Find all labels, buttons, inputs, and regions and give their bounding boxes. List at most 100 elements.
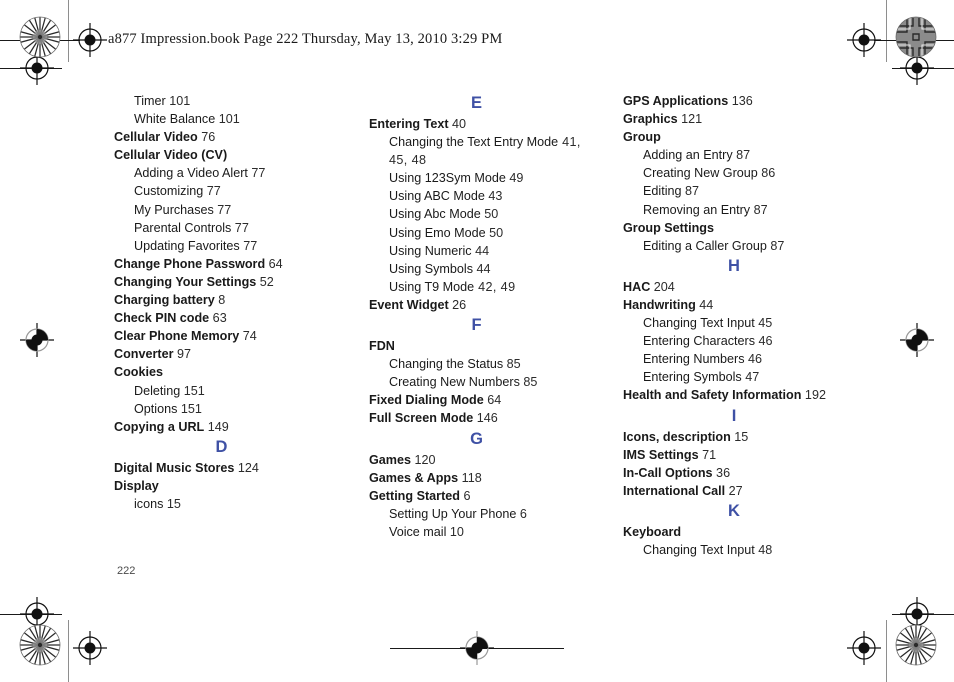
index-entry-label: Display xyxy=(114,478,159,493)
index-entry-sub: Entering Characters 46 xyxy=(623,332,845,350)
index-entry-label: Cellular Video (CV) xyxy=(114,148,228,163)
index-entry-main: Handwriting 44 xyxy=(623,296,845,314)
index-entry-sub: Using Symbols 44 xyxy=(369,260,584,278)
index-entry-label: Creating New Group xyxy=(643,166,758,181)
index-entry-label: Editing xyxy=(643,184,682,199)
index-letter-heading-G: G xyxy=(470,429,483,448)
index-entry-pages: 97 xyxy=(173,347,192,362)
index-entry-pages: 27 xyxy=(725,483,743,498)
index-entry-label: Changing Text Input xyxy=(643,542,755,557)
index-entry-label: Options xyxy=(134,401,178,416)
index-entry-label: Changing Text Input xyxy=(643,316,755,331)
index-entry-pages: 192 xyxy=(801,388,826,403)
index-entry-pages: 136 xyxy=(728,94,753,108)
index-entry-pages: 64 xyxy=(483,393,502,408)
index-entry-pages: 87 xyxy=(681,184,700,199)
index-entry-label: Using T9 Mode xyxy=(389,279,475,294)
index-letter-heading-K: K xyxy=(728,501,740,520)
index-entry-label: Changing Your Settings xyxy=(114,274,257,289)
index-entry-label: Full Screen Mode xyxy=(369,411,474,426)
index-entry-pages: 46 xyxy=(755,334,773,349)
index-entry-label: Using Symbols xyxy=(389,261,473,276)
index-entry-main: Cellular Video (CV) xyxy=(114,146,329,164)
index-entry-sub: Using Abc Mode 50 xyxy=(369,205,584,223)
index-column-3: GPS Applications 136 Graphics 121 Group Add… xyxy=(623,92,845,559)
index-entry-main: IMS Settings 71 xyxy=(623,446,845,464)
index-entry-label: HAC xyxy=(623,279,651,294)
index-entry-main: Games 120 xyxy=(369,451,584,469)
index-entry-pages: 151 xyxy=(177,401,202,416)
index-entry-main: Display xyxy=(114,477,329,495)
index-entry-label: International Call xyxy=(623,483,726,498)
index-entry-label: Check PIN code xyxy=(114,311,210,326)
index-entry-label: Fixed Dialing Mode xyxy=(369,393,484,408)
index-entry-label: IMS Settings xyxy=(623,447,699,462)
index-entry-main: Change Phone Password 64 xyxy=(114,255,329,273)
page-number-folio: 222 xyxy=(117,565,136,577)
index-entry-label: Cellular Video xyxy=(114,130,198,145)
index-entry-label: Using Abc Mode xyxy=(389,207,481,222)
index-entry-pages: 124 xyxy=(234,460,259,475)
star-target-icon-bottom-left xyxy=(19,624,61,666)
index-entry-pages: 8 xyxy=(214,293,226,308)
index-entry-pages: 49 xyxy=(505,171,524,186)
index-entry-sub: Removing an Entry 87 xyxy=(623,201,845,219)
index-entry-label: Games xyxy=(369,452,412,467)
trim-line-right-top xyxy=(886,0,887,62)
index-entry-main: Group Settings xyxy=(623,219,845,237)
registration-mark-icon-mid-left xyxy=(20,323,54,357)
index-entry-pages: 40 xyxy=(448,117,467,131)
index-entry-pages: 74 xyxy=(239,329,257,344)
index-entry-main: Icons, description 15 xyxy=(623,428,845,446)
index-entry-label: icons xyxy=(134,496,164,511)
index-entry-sub: Using ABC Mode 43 xyxy=(369,187,584,205)
index-column-2: E Entering Text 40 Changing the Text Entry… xyxy=(369,92,584,541)
index-entry-pages: 43 xyxy=(484,189,503,204)
index-entry-label: Digital Music Stores xyxy=(114,460,235,475)
index-entry-sub: Entering Symbols 47 xyxy=(623,368,845,386)
index-entry-pages: 77 xyxy=(239,238,258,253)
index-entry-label: Adding an Entry xyxy=(643,148,733,163)
index-letter-heading-D: D xyxy=(215,437,228,456)
index-entry-pages: 77 xyxy=(247,166,266,181)
index-entry-pages: 85 xyxy=(503,357,521,372)
index-entry-pages: 45 xyxy=(754,316,773,331)
index-entry-pages: 121 xyxy=(677,112,703,127)
index-entry-main: HAC 204 xyxy=(623,278,845,296)
registration-mark-icon-bottom-center xyxy=(460,631,494,665)
index-entry-pages: 86 xyxy=(757,166,776,181)
index-entry-sub: Setting Up Your Phone 6 xyxy=(369,505,584,523)
index-entry-main: Graphics 121 xyxy=(623,110,845,128)
index-entry-pages: 15 xyxy=(730,429,749,444)
index-entry-label: Charging battery xyxy=(114,293,215,308)
index-column-1: Timer 101 White Balance 101 Cellular Video… xyxy=(114,92,329,513)
index-entry-label: Editing a Caller Group xyxy=(643,238,767,253)
registration-mark-icon-bottom-left xyxy=(73,631,107,665)
index-entry-main: Cellular Video 76 xyxy=(114,128,329,146)
index-entry-main: Group xyxy=(623,128,845,146)
index-entry-label: Creating New Numbers xyxy=(389,375,520,390)
index-entry-label: Games & Apps xyxy=(369,470,459,485)
index-entry-label: Handwriting xyxy=(623,297,696,312)
index-entry-pages: 118 xyxy=(458,470,482,485)
index-entry-main: Converter 97 xyxy=(114,345,329,363)
registration-mark-icon-mid-right xyxy=(900,323,934,357)
index-entry-pages: 42, 49 xyxy=(474,279,516,294)
index-entry-label: Customizing xyxy=(134,184,204,199)
index-entry-pages: 36 xyxy=(712,465,731,480)
index-entry-label: Changing the Status xyxy=(389,357,504,372)
index-letter-heading-F: F xyxy=(471,316,482,335)
index-entry-sub: Changing the Text Entry Mode 41, 45, 48 xyxy=(369,133,584,169)
index-entry-main: Event Widget 26 xyxy=(369,296,584,314)
index-entry-pages: 101 xyxy=(215,112,240,127)
index-entry-label: Using 123Sym Mode xyxy=(389,171,506,186)
index-entry-label: Health and Safety Information xyxy=(623,388,802,403)
index-entry-label: Changing the Text Entry Mode xyxy=(389,135,559,150)
index-entry-sub: Changing Text Input 45 xyxy=(623,314,845,332)
trim-line-left-top xyxy=(68,0,69,62)
index-entry-label: Group Settings xyxy=(623,220,714,235)
index-entry-main: Changing Your Settings 52 xyxy=(114,273,329,291)
index-entry-sub: Editing a Caller Group 87 xyxy=(623,237,845,255)
index-entry-label: Entering Characters xyxy=(643,334,755,349)
page-canvas: a877 Impression.book Page 222 Thursday, … xyxy=(0,0,954,682)
